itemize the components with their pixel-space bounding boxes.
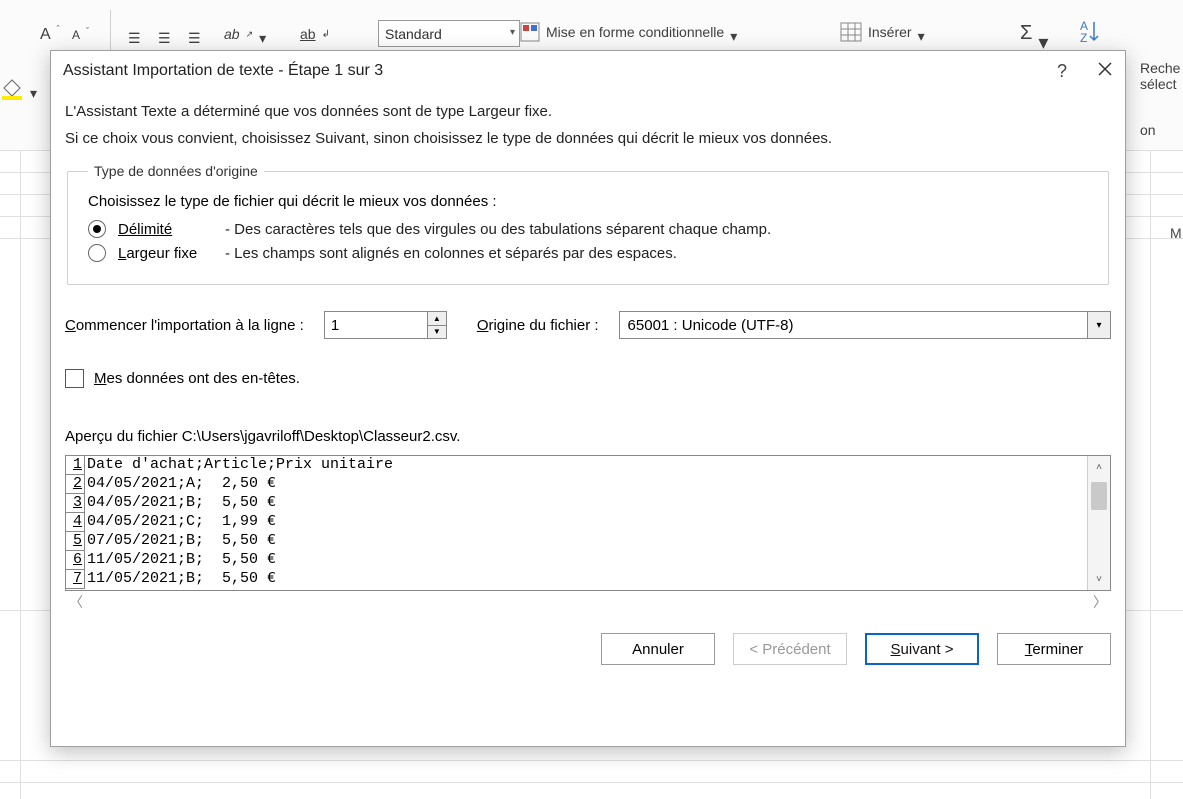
intro-text-1: L'Assistant Texte a déterminé que vos do…	[65, 103, 1111, 120]
back-button: < Précédent	[733, 633, 847, 665]
chevron-down-icon: ▾	[918, 28, 926, 36]
file-origin-value: 65001 : Unicode (UTF-8)	[620, 312, 1087, 338]
preview-line-number: 2	[66, 475, 85, 494]
preview-line: 404/05/2021;C; 1,99 €	[66, 513, 1087, 532]
preview-label: Aperçu du fichier C:\Users\jgavriloff\De…	[65, 428, 1111, 445]
autosum-button[interactable]: Σ ▾	[1020, 22, 1046, 45]
preview-line-text: Date d'achat;Article;Prix unitaire	[85, 456, 393, 475]
chevron-down-icon: ▾	[1087, 312, 1110, 338]
preview-line: 507/05/2021;B; 5,50 €	[66, 532, 1087, 551]
finish-button[interactable]: Terminer	[997, 633, 1111, 665]
insert-label: Insérer	[868, 24, 912, 40]
intro-text-2: Si ce choix vous convient, choisissez Su…	[65, 130, 1111, 147]
preview-line-number: 5	[66, 532, 85, 551]
preview-line-number: 7	[66, 570, 85, 589]
conditional-formatting-button[interactable]: Mise en forme conditionnelle ▾	[520, 22, 738, 42]
file-origin-label: Origine du fichier :	[477, 317, 599, 334]
preview-line-number: 1	[66, 456, 85, 475]
text-import-wizard-dialog: Assistant Importation de texte - Étape 1…	[50, 50, 1126, 747]
scroll-thumb[interactable]	[1091, 482, 1107, 510]
paint-bucket-icon	[0, 78, 24, 100]
number-format-select[interactable]: Standard ▾	[378, 20, 520, 47]
dialog-title: Assistant Importation de texte - Étape 1…	[63, 62, 383, 80]
preview-line: 711/05/2021;B; 5,50 €	[66, 570, 1087, 589]
spin-up-button[interactable]: ▲	[428, 312, 446, 326]
fill-color-button[interactable]: ▾	[0, 78, 38, 100]
radio-fixed-width[interactable]: Largeur fixe - Les champs sont alignés e…	[88, 244, 1088, 262]
preview-horizontal-scrollbar[interactable]: 〈 〉	[65, 591, 1111, 613]
data-type-legend: Type de données d'origine	[88, 163, 264, 179]
preview-line: 1Date d'achat;Article;Prix unitaire	[66, 456, 1087, 475]
start-row-field[interactable]	[325, 312, 427, 338]
scroll-up-icon: ˄	[1096, 456, 1102, 478]
preview-line-number: 4	[66, 513, 85, 532]
close-icon	[1097, 61, 1113, 77]
start-row-input[interactable]: ▲ ▼	[324, 311, 447, 339]
has-headers-label: Mes données ont des en-têtes.	[94, 370, 300, 387]
preview-box: 1Date d'achat;Article;Prix unitaire204/0…	[65, 455, 1111, 591]
sort-filter-icon: A Z	[1080, 18, 1106, 48]
choose-file-type-label: Choisissez le type de fichier qui décrit…	[88, 193, 1088, 210]
preview-line: 611/05/2021;B; 5,50 €	[66, 551, 1087, 570]
align-left-button[interactable]: ☰	[128, 30, 141, 47]
spin-down-button[interactable]: ▼	[428, 326, 446, 339]
preview-line: 304/05/2021;B; 5,50 €	[66, 494, 1087, 513]
radio-delimited-label: Délimité	[118, 221, 172, 238]
preview-content: 1Date d'achat;Article;Prix unitaire204/0…	[66, 456, 1087, 590]
next-button[interactable]: Suivant >	[865, 633, 979, 665]
close-button[interactable]	[1097, 61, 1113, 82]
preview-line-text: 11/05/2021;B; 5,50 €	[85, 551, 285, 570]
radio-icon	[88, 244, 106, 262]
radio-fixed-label: Largeur fixe	[118, 245, 213, 262]
radio-delimited-desc: - Des caractères tels que des virgules o…	[225, 221, 771, 238]
wrap-text-button[interactable]: ab↲	[300, 26, 330, 42]
align-right-button[interactable]: ☰	[188, 30, 201, 47]
preview-line-text: 04/05/2021;B; 5,50 €	[85, 494, 285, 513]
dialog-title-bar: Assistant Importation de texte - Étape 1…	[51, 51, 1125, 91]
radio-fixed-desc: - Les champs sont alignés en colonnes et…	[225, 245, 677, 262]
scroll-down-icon: ˅	[1096, 568, 1102, 590]
preview-line-number: 3	[66, 494, 85, 513]
chevron-down-icon: ▾	[1038, 30, 1046, 38]
preview-line-text: 11/05/2021;B; 5,50 €	[85, 570, 285, 589]
chevron-down-icon: ▾	[730, 28, 738, 36]
preview-line-text: 04/05/2021;C; 1,99 €	[85, 513, 285, 532]
radio-icon	[88, 220, 106, 238]
help-button[interactable]: ?	[1057, 61, 1067, 82]
data-type-group: Type de données d'origine Choisissez le …	[67, 163, 1109, 285]
preview-line-number: 6	[66, 551, 85, 570]
preview-line-text: 04/05/2021;A; 2,50 €	[85, 475, 285, 494]
orientation-button[interactable]: ab↗ ▾	[224, 26, 267, 42]
font-shrink-button[interactable]: Aˇ	[72, 28, 89, 42]
preview-line: 204/05/2021;A; 2,50 €	[66, 475, 1087, 494]
align-center-button[interactable]: ☰	[158, 30, 171, 47]
preview-line-text: 07/05/2021;B; 5,50 €	[85, 532, 285, 551]
column-header-M: M	[1170, 225, 1182, 241]
find-select-partial: Reche sélect on	[1140, 60, 1180, 138]
start-row-label: Commencer l'importation à la ligne :	[65, 317, 304, 334]
chevron-down-icon: ▾	[510, 27, 515, 38]
cond-format-label: Mise en forme conditionnelle	[546, 24, 724, 40]
cond-format-icon	[520, 22, 540, 42]
scroll-track	[1088, 478, 1110, 568]
scroll-left-icon: 〈	[69, 592, 83, 612]
file-origin-select[interactable]: 65001 : Unicode (UTF-8) ▾	[619, 311, 1111, 339]
preview-vertical-scrollbar[interactable]: ˄ ˅	[1087, 456, 1110, 590]
insert-button[interactable]: Insérer ▾	[840, 22, 926, 42]
number-format-value: Standard	[385, 26, 442, 42]
font-grow-button[interactable]: Aˆ	[40, 26, 60, 44]
scroll-right-icon: 〉	[1093, 592, 1107, 612]
chevron-down-icon: ▾	[30, 85, 38, 93]
svg-text:Z: Z	[1080, 31, 1087, 45]
radio-delimited[interactable]: Délimité - Des caractères tels que des v…	[88, 220, 1088, 238]
insert-cells-icon	[840, 22, 862, 42]
sort-filter-button[interactable]: A Z	[1080, 18, 1106, 48]
checkbox-icon	[65, 369, 84, 388]
cancel-button[interactable]: Annuler	[601, 633, 715, 665]
has-headers-checkbox[interactable]: Mes données ont des en-têtes.	[65, 369, 1111, 388]
